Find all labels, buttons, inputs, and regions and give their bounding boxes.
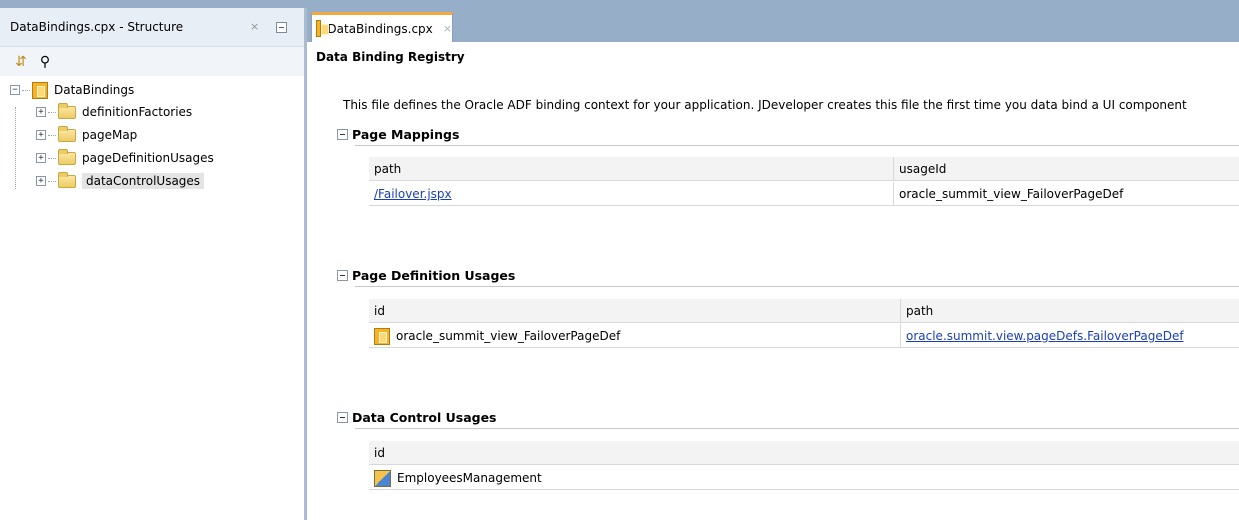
editor-tab-databindings[interactable]: DataBindings.cpx × [311,12,453,42]
section-data-control-usages[interactable]: Data Control Usages [337,410,497,425]
page-definition-icon [374,328,390,345]
usage-id-cell[interactable]: oracle_summit_view_FailoverPageDef [894,182,1239,206]
editor-tab-strip: DataBindings.cpx × [307,8,1239,42]
folder-icon [58,171,76,188]
data-control-id-text: EmployeesManagement [397,471,542,485]
expand-icon[interactable]: + [36,107,46,117]
section-divider [355,428,1239,429]
section-title: Page Definition Usages [352,268,516,283]
tree-node-pageDefinitionUsages[interactable]: + pageDefinitionUsages [36,148,214,168]
column-header-path[interactable]: path [901,299,1239,323]
structure-panel-title[interactable]: DataBindings.cpx - Structure [10,20,183,34]
table-header: path usageId [369,157,1239,181]
section-title: Data Control Usages [352,410,497,425]
structure-panel: DataBindings.cpx - Structure × ⇵ ⚲ − Dat… [0,8,304,520]
table-row[interactable]: EmployeesManagement [369,466,1239,490]
structure-panel-header: DataBindings.cpx - Structure × [0,8,304,46]
window-top-band [0,0,1239,8]
folder-icon [58,102,76,119]
tree-node-label: pageMap [82,128,138,142]
expand-tree-icon[interactable]: ⇵ [12,53,30,71]
section-page-definition-usages[interactable]: Page Definition Usages [337,268,515,283]
data-control-icon [374,470,391,487]
minimize-icon[interactable] [276,22,287,33]
section-divider [355,145,1239,146]
tree-node-root[interactable]: − DataBindings [10,80,134,100]
table-header: id [369,441,1239,465]
collapse-icon[interactable] [337,270,348,281]
tree-guide-line [15,107,16,189]
find-icon[interactable]: ⚲ [36,53,54,71]
expand-icon[interactable]: + [36,153,46,163]
table-header: id path [369,299,1239,323]
collapse-icon[interactable]: − [10,85,20,95]
page-path-link[interactable]: /Failover.jspx [369,182,893,206]
tree-node-label: pageDefinitionUsages [82,151,214,165]
section-divider [355,286,1239,287]
data-control-id-cell[interactable]: EmployeesManagement [369,466,1239,490]
column-header-id[interactable]: id [369,299,900,323]
tree-node-pageMap[interactable]: + pageMap [36,125,137,145]
close-icon[interactable]: × [250,20,259,33]
cpx-file-icon [32,81,48,99]
table-row[interactable]: oracle_summit_view_FailoverPageDef oracl… [369,324,1239,348]
cpx-file-icon [316,20,331,37]
column-header-id[interactable]: id [369,441,1239,465]
page-def-path-link[interactable]: oracle.summit.view.pageDefs.FailoverPage… [901,324,1239,348]
section-title: Page Mappings [352,127,460,142]
tree-node-label: DataBindings [54,83,135,97]
expand-icon[interactable]: + [36,176,46,186]
tree-node-definitionFactories[interactable]: + definitionFactories [36,102,192,122]
description-text: This file defines the Oracle ADF binding… [343,98,1187,112]
expand-icon[interactable]: + [36,130,46,140]
folder-icon [58,148,76,165]
editor-area: DataBindings.cpx × Data Binding Registry… [307,8,1239,520]
section-page-mappings[interactable]: Page Mappings [337,127,459,142]
editor-tab-label: DataBindings.cpx [327,21,433,36]
column-header-usageId[interactable]: usageId [894,157,1239,181]
column-header-path[interactable]: path [369,157,893,181]
structure-toolbar: ⇵ ⚲ [0,46,304,76]
page-def-id-cell[interactable]: oracle_summit_view_FailoverPageDef [369,324,900,348]
page-title: Data Binding Registry [316,50,465,64]
tree-node-label-selected: dataControlUsages [82,173,205,189]
collapse-icon[interactable] [337,412,348,423]
folder-icon [58,125,76,142]
close-tab-icon[interactable]: × [443,22,452,35]
tree-node-label: definitionFactories [82,105,193,119]
table-row[interactable]: /Failover.jspx oracle_summit_view_Failov… [369,182,1239,206]
page-def-id-text: oracle_summit_view_FailoverPageDef [396,329,621,343]
collapse-icon[interactable] [337,129,348,140]
tree-node-dataControlUsages[interactable]: + dataControlUsages [36,171,205,191]
